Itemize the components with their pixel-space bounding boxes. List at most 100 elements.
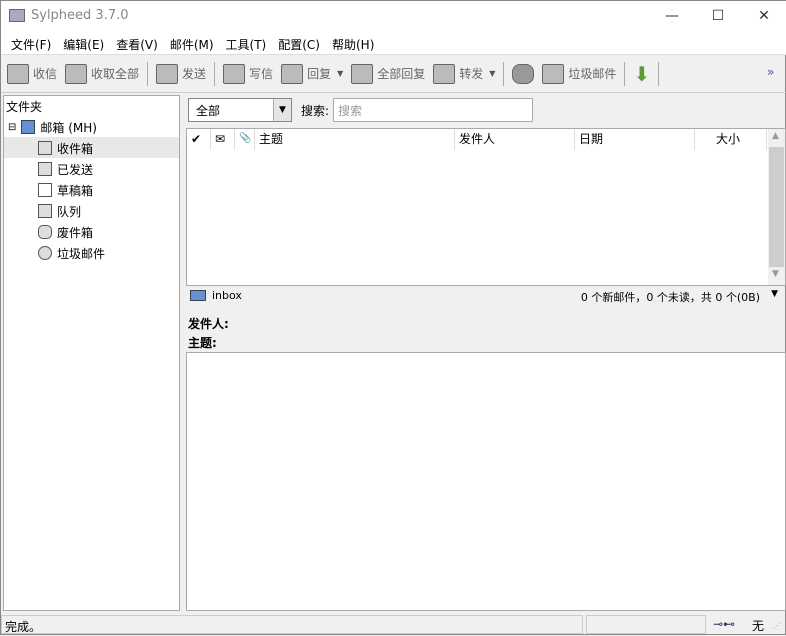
mailbox-node[interactable]: ⊟ 邮箱 (MH)	[8, 117, 97, 137]
receive-all-label: 收取全部	[91, 67, 140, 81]
folder-label: 收件箱	[57, 141, 94, 156]
separator	[624, 61, 626, 86]
mailbox-label: 邮箱 (MH)	[40, 120, 97, 135]
reply-button[interactable]: 回复 ▼	[281, 63, 343, 84]
online-status: 无	[752, 619, 765, 633]
trash-icon	[38, 225, 52, 239]
folder-summary: 0 个新邮件，0 个未读，共 0 个(0B)	[580, 291, 760, 304]
compose-button[interactable]: 写信	[223, 63, 274, 84]
status-bar: 完成。 ⊸⊷ 无 ⋰	[1, 613, 786, 636]
column-from[interactable]: 发件人	[455, 129, 575, 150]
sent-icon	[38, 162, 52, 176]
resize-grip[interactable]: ⋰	[773, 621, 781, 630]
toolbar: 收信 收取全部 发送 写信 回复 ▼ 全部回复 转发 ▼ 垃圾邮件 ⬇ »	[1, 55, 786, 93]
folder-junk[interactable]: 垃圾邮件	[38, 243, 105, 263]
chevron-down-icon[interactable]: ▼	[273, 99, 291, 121]
separator	[214, 61, 216, 86]
search-input[interactable]: 搜索	[333, 98, 533, 122]
close-button[interactable]: ✕	[741, 1, 786, 31]
menu-file[interactable]: 文件(F)	[5, 31, 57, 54]
column-unread[interactable]: ✉	[211, 129, 235, 150]
summary-dropdown-icon[interactable]: ▼	[771, 289, 778, 299]
down-arrow-icon: ⬇	[633, 61, 651, 86]
subject-label: 主题:	[188, 336, 217, 350]
progress-box	[586, 615, 706, 634]
forward-button[interactable]: 转发 ▼	[433, 63, 495, 84]
column-attachment[interactable]: 📎	[235, 129, 255, 150]
menu-help[interactable]: 帮助(H)	[326, 31, 380, 54]
junk-icon	[38, 246, 52, 260]
folder-inbox[interactable]: 收件箱	[38, 138, 93, 158]
receive-label: 收信	[33, 67, 58, 81]
send-icon	[156, 63, 179, 84]
separator	[147, 61, 149, 86]
junk-icon	[542, 63, 565, 84]
send-button[interactable]: 发送	[156, 63, 207, 84]
folder-tree: 文件夹 ⊟ 邮箱 (MH) 收件箱 已发送 草稿箱 队列 废件箱 垃圾邮件	[3, 95, 180, 611]
folder-status-bar: inbox 0 个新邮件，0 个未读，共 0 个(0B) ▼	[186, 287, 786, 305]
menu-bar: 文件(F) 编辑(E) 查看(V) 邮件(M) 工具(T) 配置(C) 帮助(H…	[1, 31, 786, 55]
folder-name: inbox	[212, 289, 242, 302]
folder-label: 草稿箱	[57, 183, 94, 198]
junk-button[interactable]: 垃圾邮件	[542, 63, 617, 84]
separator	[503, 61, 505, 86]
window-title: Sylpheed 3.7.0	[31, 8, 129, 23]
compose-label: 写信	[249, 67, 274, 81]
folder-label: 队列	[57, 204, 82, 219]
status-text: 完成。	[1, 615, 583, 634]
filter-value: 全部	[196, 104, 221, 118]
scrollbar[interactable]: ▲ ▼	[768, 129, 785, 285]
folder-queue[interactable]: 队列	[38, 201, 81, 221]
receive-all-icon	[65, 63, 88, 84]
queue-icon	[38, 204, 52, 218]
receive-button[interactable]: 收信	[7, 63, 58, 84]
reply-all-icon	[351, 63, 374, 84]
reply-dropdown-icon[interactable]: ▼	[337, 69, 343, 78]
trash-icon	[512, 63, 535, 84]
folder-label: 已发送	[57, 162, 94, 177]
forward-icon	[433, 63, 456, 84]
title-bar: Sylpheed 3.7.0 — ☐ ✕	[1, 1, 786, 31]
junk-label: 垃圾邮件	[568, 67, 617, 81]
column-mark[interactable]: ✔	[187, 129, 211, 150]
more-button[interactable]: »	[767, 65, 774, 79]
menu-config[interactable]: 配置(C)	[272, 31, 326, 54]
app-icon	[9, 9, 25, 22]
delete-button[interactable]	[512, 63, 535, 84]
menu-tools[interactable]: 工具(T)	[220, 31, 273, 54]
reply-all-label: 全部回复	[377, 67, 426, 81]
column-date[interactable]: 日期	[575, 129, 695, 150]
receive-all-button[interactable]: 收取全部	[65, 63, 140, 84]
filter-select[interactable]: 全部 ▼	[188, 98, 292, 122]
folder-header: 文件夹	[6, 99, 43, 114]
menu-edit[interactable]: 编辑(E)	[57, 31, 110, 54]
next-button[interactable]: ⬇	[633, 62, 650, 86]
folder-icon	[190, 290, 206, 301]
message-header: 发件人: 主题:	[188, 315, 229, 353]
menu-message[interactable]: 邮件(M)	[164, 31, 220, 54]
message-list[interactable]: ✔ ✉ 📎 主题 发件人 日期 大小 ▲ ▼	[186, 128, 786, 286]
reply-icon	[281, 63, 304, 84]
separator	[658, 61, 660, 86]
forward-dropdown-icon[interactable]: ▼	[489, 69, 495, 78]
folder-trash[interactable]: 废件箱	[38, 222, 93, 242]
maximize-button[interactable]: ☐	[695, 1, 741, 31]
drafts-icon	[38, 183, 52, 197]
collapse-icon[interactable]: ⊟	[8, 122, 16, 133]
column-subject[interactable]: 主题	[255, 129, 455, 150]
online-icon[interactable]: ⊸⊷	[713, 617, 735, 631]
folder-label: 垃圾邮件	[57, 246, 106, 261]
minimize-button[interactable]: —	[649, 1, 695, 31]
folder-icon	[21, 120, 36, 134]
reply-label: 回复	[307, 67, 332, 81]
folder-label: 废件箱	[57, 225, 94, 240]
inbox-icon	[38, 141, 52, 155]
message-view[interactable]	[186, 352, 786, 611]
menu-view[interactable]: 查看(V)	[110, 31, 164, 54]
folder-sent[interactable]: 已发送	[38, 159, 93, 179]
column-size[interactable]: 大小	[695, 129, 767, 150]
reply-all-button[interactable]: 全部回复	[351, 63, 426, 84]
receive-icon	[7, 63, 29, 84]
folder-drafts[interactable]: 草稿箱	[38, 180, 93, 200]
send-label: 发送	[182, 67, 207, 81]
